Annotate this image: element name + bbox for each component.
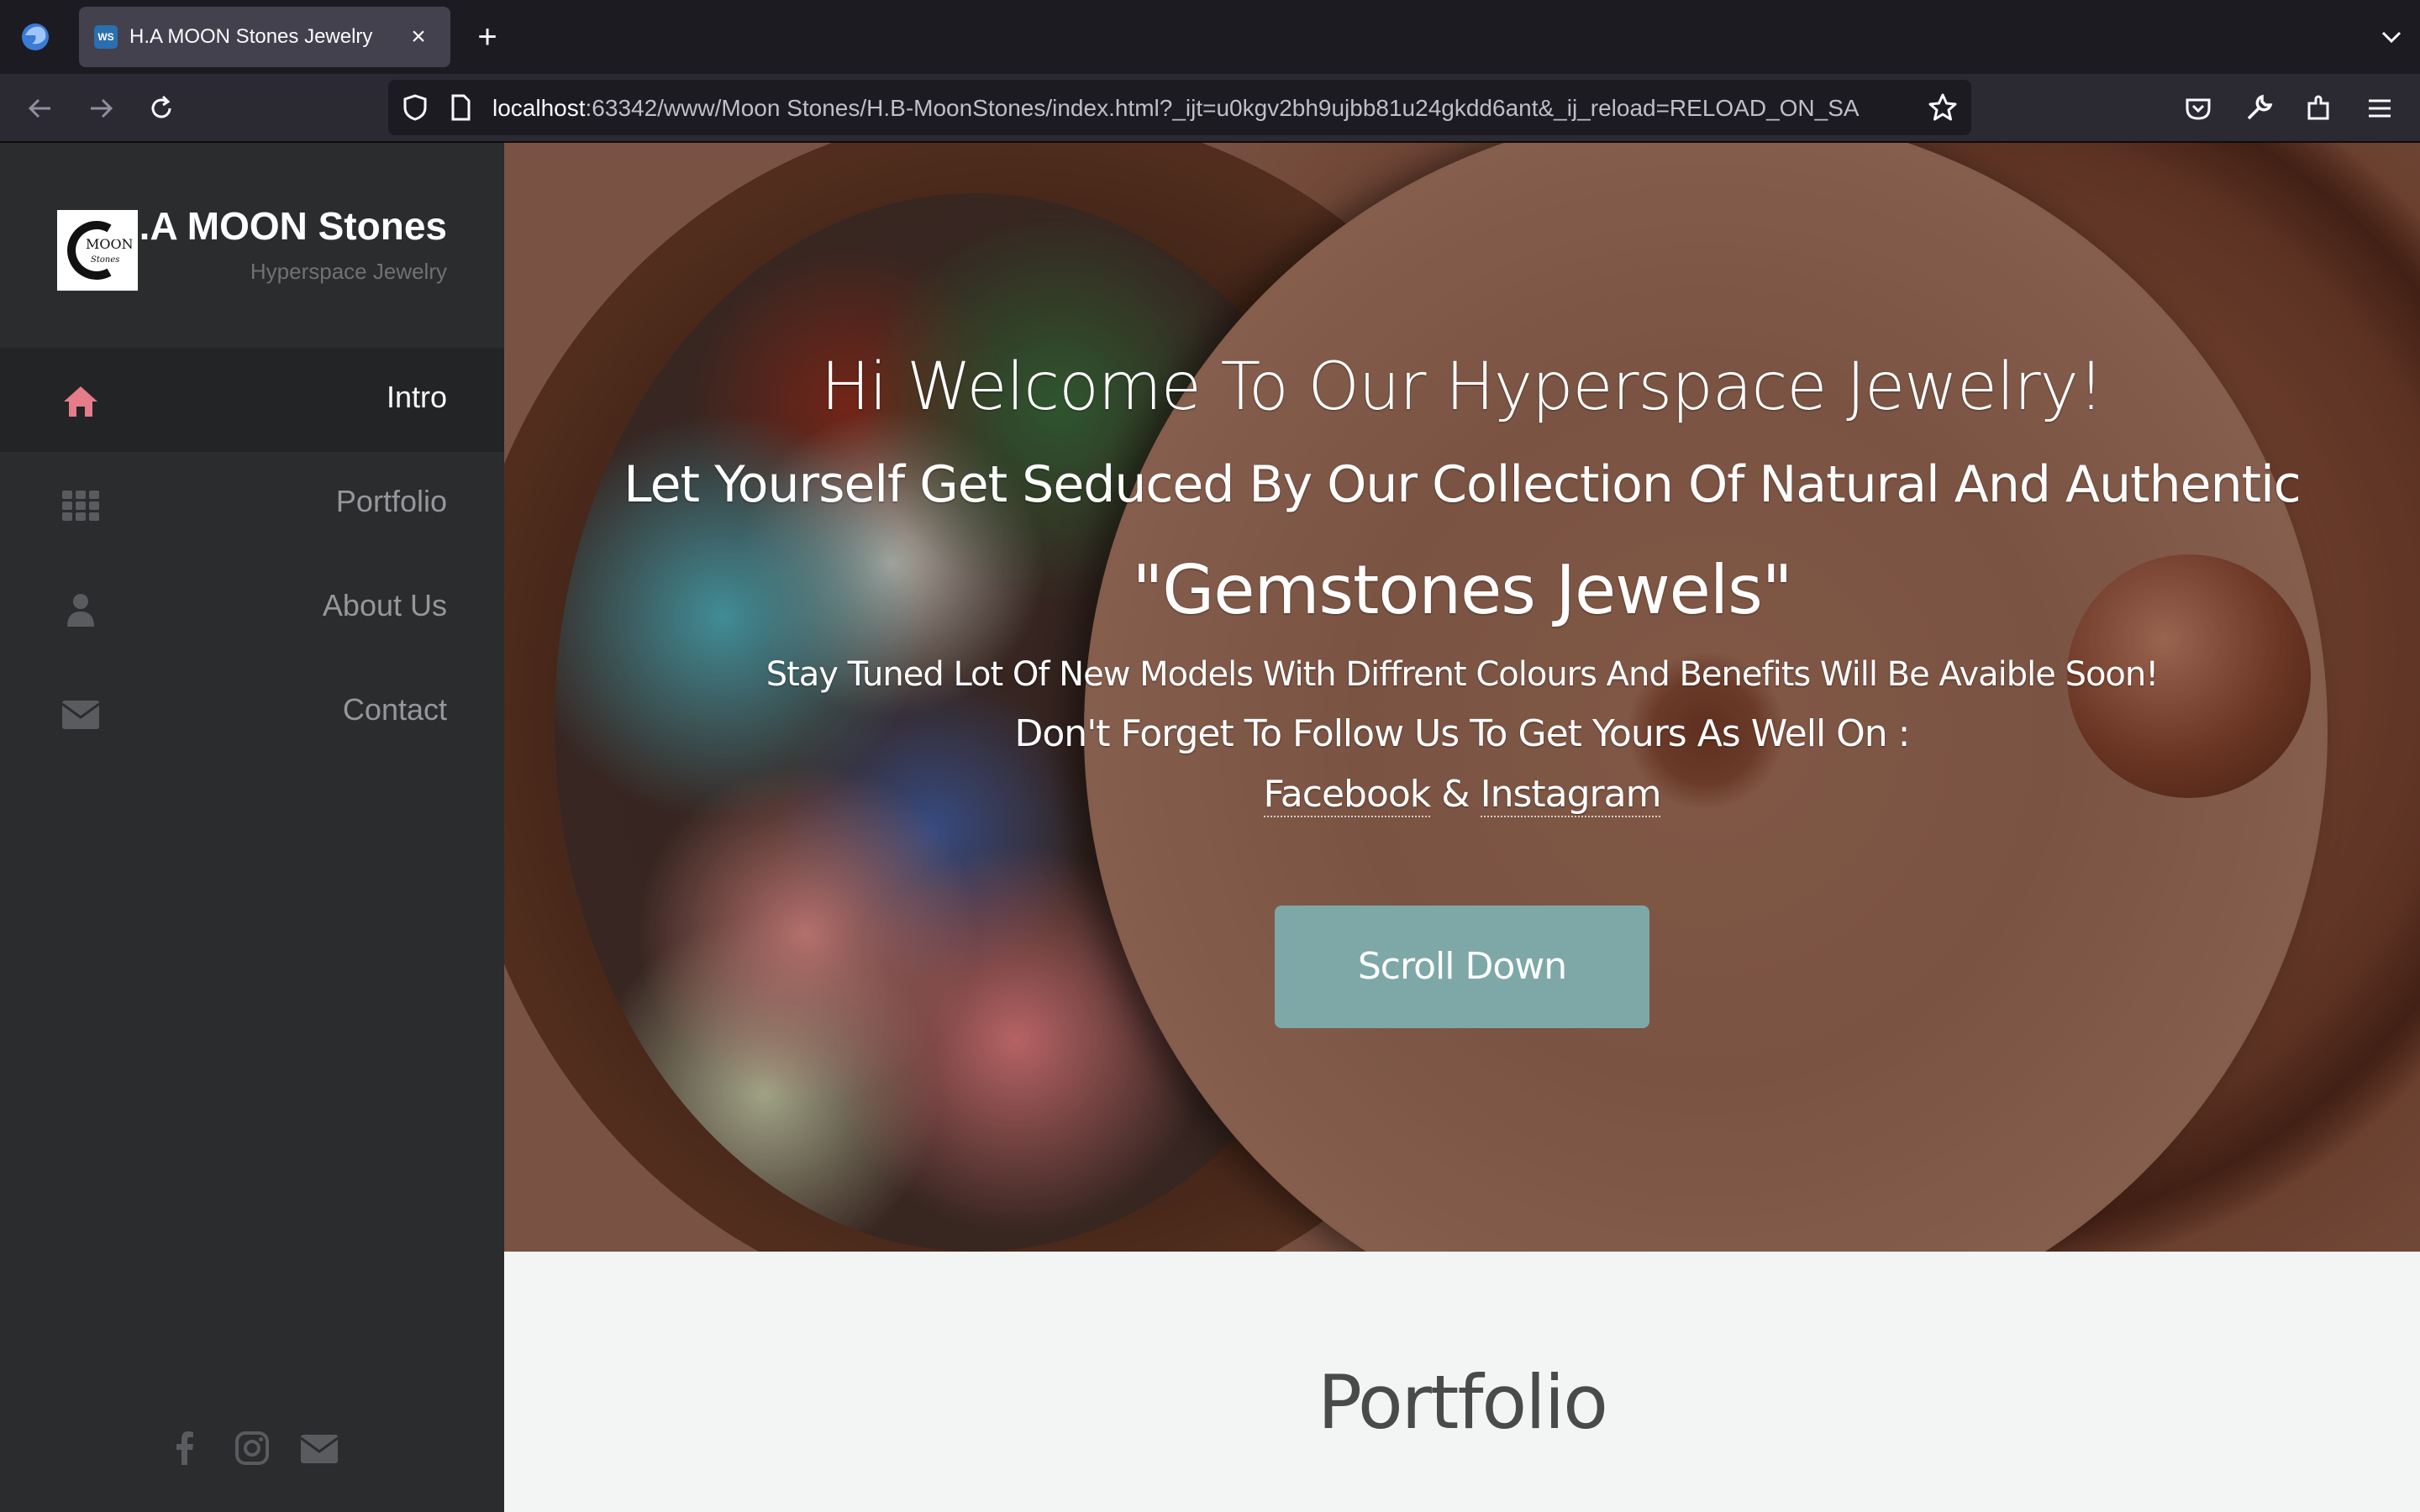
list-all-tabs-chevron-icon[interactable] bbox=[2375, 20, 2408, 54]
extensions-puzzle-icon[interactable] bbox=[2301, 90, 2338, 127]
tab-title: H.A MOON Stones Jewelry bbox=[129, 25, 373, 48]
url-text[interactable]: localhost:63342/www/Moon Stones/H.B-Moon… bbox=[492, 95, 1921, 122]
envelope-icon bbox=[61, 701, 100, 729]
scroll-down-button[interactable]: Scroll Down bbox=[1275, 906, 1649, 1028]
instagram-icon[interactable] bbox=[232, 1428, 272, 1468]
back-arrow-icon[interactable] bbox=[22, 90, 59, 127]
nav-label-intro: Intro bbox=[386, 380, 447, 414]
grid-icon bbox=[62, 491, 99, 521]
hero-tagline: Let Yourself Get Seduced By Our Collecti… bbox=[623, 455, 2302, 514]
hero-overlay bbox=[504, 143, 2420, 1252]
svg-text:Stones: Stones bbox=[91, 255, 119, 265]
browser-nav-bar: localhost:63342/www/Moon Stones/H.B-Moon… bbox=[0, 74, 2420, 143]
address-bar[interactable]: localhost:63342/www/Moon Stones/H.B-Moon… bbox=[388, 80, 1971, 135]
home-icon bbox=[64, 386, 97, 417]
brand-title[interactable]: H.A MOON Stones bbox=[111, 203, 447, 249]
nav-label-contact: Contact bbox=[342, 692, 447, 727]
web-page: MOON Stones H.A MOON Stones Hyperspace J… bbox=[0, 143, 2420, 1512]
facebook-icon[interactable] bbox=[165, 1428, 205, 1468]
webstorm-favicon-icon: WS bbox=[94, 25, 118, 49]
browser-tab-bar: WS H.A MOON Stones Jewelry × + bbox=[0, 0, 2420, 74]
new-tab-button[interactable]: + bbox=[469, 18, 506, 55]
tracking-protection-shield-icon[interactable] bbox=[398, 91, 432, 124]
hero-social-links: Facebook & Instagram bbox=[504, 773, 2420, 817]
firefox-icon[interactable] bbox=[18, 20, 52, 54]
portfolio-section: Portfolio bbox=[504, 1252, 2420, 1512]
portfolio-heading: Portfolio bbox=[1317, 1359, 1608, 1446]
hero-section: Hi Welcome To Our Hyperspace Jewelry! Le… bbox=[504, 143, 2420, 1252]
close-tab-icon[interactable]: × bbox=[402, 20, 435, 54]
sidebar: MOON Stones H.A MOON Stones Hyperspace J… bbox=[0, 143, 504, 1512]
wrench-icon[interactable] bbox=[2240, 90, 2277, 127]
pocket-icon[interactable] bbox=[2180, 90, 2217, 127]
page-info-icon[interactable] bbox=[444, 91, 477, 124]
browser-tab[interactable]: WS H.A MOON Stones Jewelry × bbox=[79, 7, 450, 67]
envelope-icon[interactable] bbox=[299, 1428, 339, 1468]
user-icon bbox=[67, 594, 94, 627]
forward-arrow-icon[interactable] bbox=[82, 90, 119, 127]
nav-label-about-us: About Us bbox=[322, 588, 447, 622]
brand-subtitle: Hyperspace Jewelry bbox=[250, 259, 447, 284]
nav-item-about-us[interactable]: About Us bbox=[0, 556, 504, 660]
nav-item-intro[interactable]: Intro bbox=[0, 348, 504, 452]
reload-icon[interactable] bbox=[143, 90, 180, 127]
facebook-link[interactable]: Facebook bbox=[1263, 773, 1431, 817]
hero-follow-text: Don't Forget To Follow Us To Get Yours A… bbox=[1014, 712, 1911, 755]
links-ampersand: & bbox=[1441, 773, 1470, 816]
hero-gemstones-heading: "Gemstones Jewels" bbox=[1132, 551, 1792, 629]
nav-item-portfolio[interactable]: Portfolio bbox=[0, 452, 504, 556]
url-path: :63342/www/Moon Stones/H.B-MoonStones/in… bbox=[585, 95, 1860, 121]
nav-label-portfolio: Portfolio bbox=[335, 484, 447, 518]
url-host: localhost bbox=[492, 95, 586, 121]
hero-stay-tuned-text: Stay Tuned Lot Of New Models With Diffre… bbox=[765, 655, 2160, 694]
nav-item-contact[interactable]: Contact bbox=[0, 660, 504, 764]
bookmark-star-icon[interactable] bbox=[1926, 91, 1960, 124]
hero-welcome-heading: Hi Welcome To Our Hyperspace Jewelry! bbox=[820, 349, 2104, 425]
instagram-link[interactable]: Instagram bbox=[1480, 773, 1661, 817]
hamburger-menu-icon[interactable] bbox=[2361, 90, 2398, 127]
